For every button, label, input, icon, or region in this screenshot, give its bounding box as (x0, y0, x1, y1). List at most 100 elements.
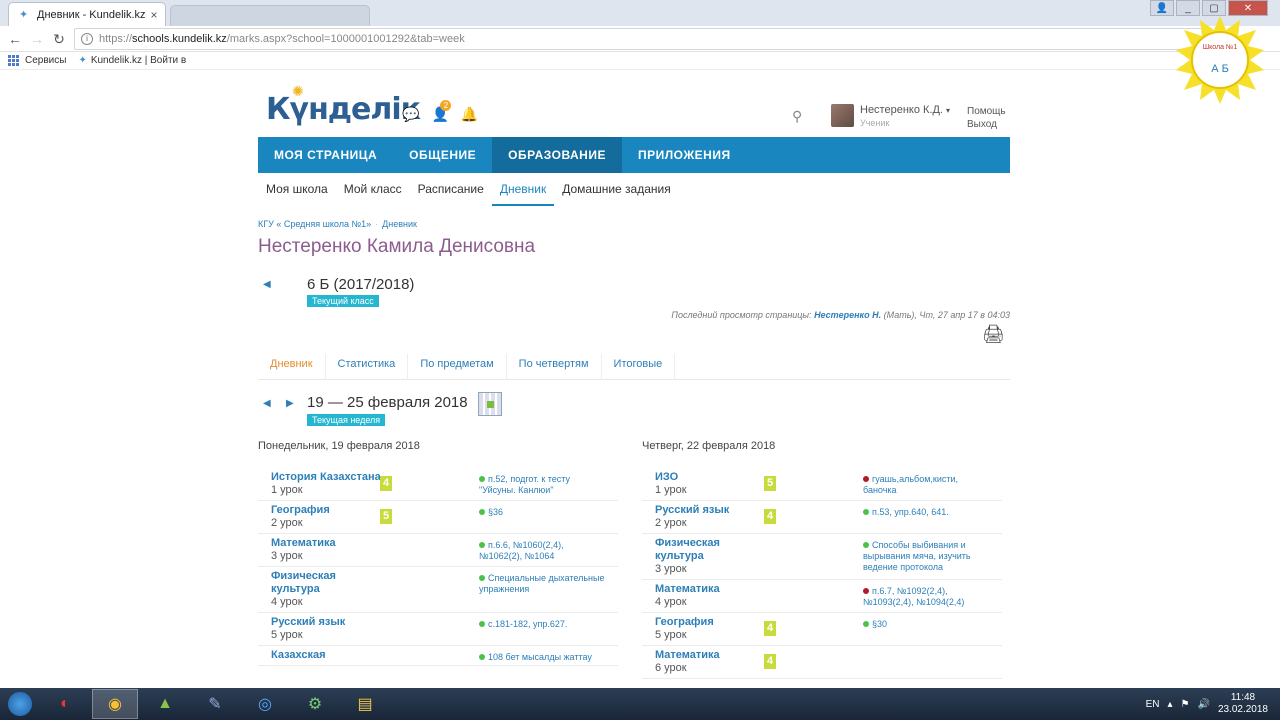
browser-tab[interactable]: ✦ Дневник - Kundelik.kz × (8, 2, 166, 26)
subject-link[interactable]: Математика (271, 537, 381, 550)
tab-diary[interactable]: Дневник (258, 354, 326, 380)
subnav-my-school[interactable]: Моя школа (258, 178, 336, 206)
grade-badge[interactable]: 5 (380, 509, 392, 524)
flag-icon[interactable]: ⚑ (1181, 699, 1190, 710)
subject-link[interactable]: Физическая культура (655, 537, 765, 563)
android-app-icon[interactable]: ▲ (142, 689, 188, 719)
lesson-row: Казахская 108 бет мысалды жаттау (258, 646, 618, 666)
nav-apps[interactable]: ПРИЛОЖЕНИЯ (622, 137, 747, 173)
grade-badge[interactable]: 4 (764, 654, 776, 669)
minimize-icon[interactable]: _ (1176, 0, 1200, 16)
tab-by-quarter[interactable]: По четвертям (507, 354, 602, 380)
user-menu[interactable]: Нестеренко К.Д. ▾ Ученик (831, 104, 950, 128)
logout-link[interactable]: Выход (967, 118, 1006, 131)
paint-icon[interactable]: ✎ (192, 689, 238, 719)
homework-status-icon (863, 509, 869, 515)
homework-text[interactable]: Способы выбивания и вырывания мяча, изуч… (863, 540, 993, 573)
tab-by-subject[interactable]: По предметам (408, 354, 507, 380)
search-icon[interactable]: ⚲ (792, 108, 802, 125)
clock[interactable]: 11:48 23.02.2018 (1218, 692, 1268, 716)
prev-class-icon[interactable]: ◀ (263, 279, 271, 290)
explorer-icon[interactable]: ▤ (342, 689, 388, 719)
homework-text[interactable]: п.52, подгот. к тесту "Уйсуны. Канлюи" (479, 474, 609, 496)
homework-text[interactable]: §30 (863, 619, 993, 630)
forward-icon[interactable]: → (28, 30, 46, 48)
volume-icon[interactable]: 🔊 (1197, 699, 1209, 710)
subject-link[interactable]: ИЗО (655, 471, 765, 484)
subject-link[interactable]: География (271, 504, 381, 517)
homework-status-icon (479, 575, 485, 581)
subject-link[interactable]: История Казахстана (271, 471, 381, 484)
user-profile-icon[interactable]: 👤 (1150, 0, 1174, 16)
grade-badge[interactable]: 4 (764, 621, 776, 636)
homework-text[interactable]: п.53, упр.640, 641. (863, 507, 993, 518)
url-input[interactable]: i https:// schools.kundelik.kz /marks.as… (74, 28, 1204, 50)
kundelik-logo[interactable]: ✺ Күнделік (266, 84, 421, 127)
new-tab-button[interactable] (170, 5, 370, 26)
bell-icon[interactable]: 🔔 (461, 106, 478, 123)
back-icon[interactable]: ← (6, 30, 24, 48)
subnav-homework[interactable]: Домашние задания (554, 178, 679, 206)
calendar-icon[interactable] (478, 392, 502, 416)
reload-icon[interactable]: ↻ (50, 30, 68, 48)
lesson-number: 4 урок (655, 596, 687, 608)
homework-text[interactable]: §36 (479, 507, 609, 518)
subject-link[interactable]: Математика (655, 649, 765, 662)
homework-status-icon (863, 476, 869, 482)
subnav-diary[interactable]: Дневник (491, 178, 555, 206)
day-header: Четверг, 22 февраля 2018 (642, 440, 776, 452)
homework-text[interactable]: п.6.7, №1092(2,4), №1093(2,4), №1094(2,4… (863, 586, 993, 608)
network-app-icon[interactable]: ⚙ (292, 689, 338, 719)
start-button[interactable] (0, 688, 40, 720)
nav-education[interactable]: ОБРАЗОВАНИЕ (492, 137, 622, 173)
homework-text[interactable]: Специальные дыхательные упражнения (479, 573, 609, 595)
tab-statistics[interactable]: Статистика (326, 354, 409, 380)
breadcrumb-school[interactable]: КГУ « Средняя школа №1» (258, 219, 371, 229)
logo-text: Күнделік (266, 92, 421, 127)
homework-text[interactable]: 108 бет мысалды жаттау (479, 652, 609, 663)
print-icon[interactable]: 🖨 (982, 324, 1005, 345)
messages-icon[interactable]: 💬 (402, 106, 419, 123)
prev-week-icon[interactable]: ◀ (263, 398, 271, 409)
tab-close-icon[interactable]: × (147, 8, 161, 22)
window-close-icon[interactable]: ✕ (1228, 0, 1268, 16)
media-player-icon[interactable]: ◎ (242, 689, 288, 719)
last-view-suffix: (Мать), Чт, 27 апр 17 в 04:03 (883, 310, 1010, 320)
grade-badge[interactable]: 4 (380, 476, 392, 491)
tray-expand-icon[interactable]: ▴ (1167, 699, 1172, 710)
info-icon[interactable]: i (81, 33, 93, 45)
tab-final[interactable]: Итоговые (602, 354, 676, 380)
homework-text[interactable]: с.181-182, упр.627. (479, 619, 609, 630)
subnav-my-class[interactable]: Мой класс (336, 178, 410, 206)
subject-link[interactable]: Казахская (271, 649, 381, 662)
language-indicator[interactable]: EN (1146, 699, 1160, 710)
bookmark-kundelik[interactable]: ✦ Kundelik.kz | Войти в (78, 55, 186, 66)
grade-badge[interactable]: 4 (764, 509, 776, 524)
page-title: Нестеренко Камила Денисовна (258, 236, 536, 257)
restore-icon[interactable]: ▢ (1202, 0, 1226, 16)
nav-communication[interactable]: ОБЩЕНИЕ (393, 137, 492, 173)
homework-text[interactable]: п.6.6, №1060(2,4), №1062(2), №1064 (479, 540, 609, 562)
breadcrumb-diary[interactable]: Дневник (382, 219, 417, 229)
header-icons: 💬 👤 2 🔔 (402, 100, 478, 123)
homework-text[interactable]: гуашь,альбом,кисти, баночка (863, 474, 993, 496)
help-link[interactable]: Помощь (967, 105, 1006, 118)
lesson-row: География 5 урок 4 §30 (642, 613, 1002, 646)
day-header: Понедельник, 19 февраля 2018 (258, 440, 420, 452)
nav-my-page[interactable]: МОЯ СТРАНИЦА (258, 137, 393, 173)
lesson-subject-cell: Физическая культура 4 урок (271, 570, 381, 609)
grade-badge[interactable]: 5 (764, 476, 776, 491)
chrome-icon[interactable]: ◉ (92, 689, 138, 719)
bookmark-services[interactable]: Сервисы (8, 55, 66, 66)
subject-link[interactable]: Математика (655, 583, 765, 596)
subnav-schedule[interactable]: Расписание (410, 178, 492, 206)
avatar (831, 104, 854, 127)
next-week-icon[interactable]: ▶ (286, 398, 294, 409)
last-view-user[interactable]: Нестеренко Н. (814, 310, 881, 320)
friends-icon[interactable]: 👤 2 (431, 100, 452, 123)
ccleaner-icon[interactable]: ◐ (42, 689, 88, 719)
subject-link[interactable]: Русский язык (655, 504, 765, 517)
subject-link[interactable]: География (655, 616, 765, 629)
subject-link[interactable]: Русский язык (271, 616, 381, 629)
subject-link[interactable]: Физическая культура (271, 570, 381, 596)
